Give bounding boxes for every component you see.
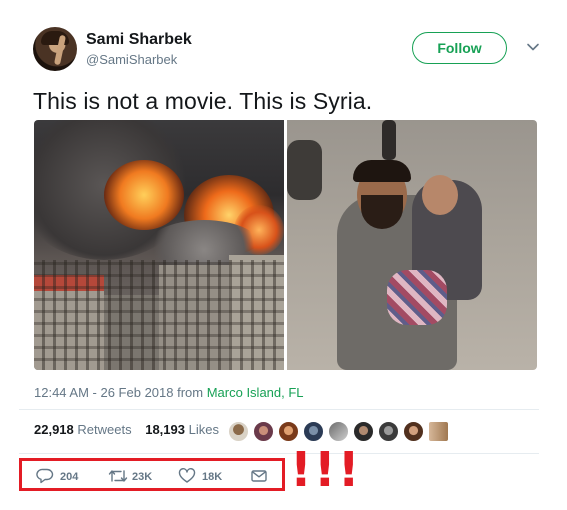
liker-avatar[interactable] — [378, 421, 399, 442]
tweet-text: This is not a movie. This is Syria. — [33, 88, 373, 114]
retweet-count: 23K — [132, 471, 153, 483]
like-count: 18K — [202, 471, 223, 483]
media-photo-explosion[interactable] — [34, 120, 284, 370]
tweet-actions-highlight: 204 23K 18K — [19, 458, 285, 491]
tweet-timestamp: 12:44 AM - 26 Feb 2018 from Marco Island… — [34, 385, 304, 400]
reply-icon — [36, 468, 54, 484]
liker-avatar[interactable] — [278, 421, 299, 442]
divider — [19, 409, 539, 410]
retweets-count: 22,918 — [34, 422, 74, 437]
reply-button[interactable]: 204 — [36, 467, 96, 485]
user-handle[interactable]: @SamiSharbek — [86, 51, 192, 69]
mail-icon — [251, 470, 267, 482]
follow-button[interactable]: Follow — [412, 32, 507, 64]
likes-count: 18,193 — [145, 422, 185, 437]
likes-label: Likes — [188, 422, 219, 437]
like-button[interactable]: 18K — [178, 467, 238, 485]
heart-icon — [178, 468, 196, 483]
retweet-button[interactable]: 23K — [108, 467, 168, 485]
tweet-stats: 22,918 Retweets 18,193 Likes — [34, 422, 229, 442]
liker-avatar[interactable] — [303, 421, 324, 442]
timestamp-text[interactable]: 12:44 AM - 26 Feb 2018 from — [34, 385, 207, 400]
exclamation-annotation: !!! — [290, 442, 362, 498]
retweets-label: Retweets — [77, 422, 132, 437]
chevron-down-icon[interactable] — [525, 39, 541, 55]
liker-avatar[interactable] — [328, 421, 349, 442]
reply-count: 204 — [60, 471, 79, 483]
liker-avatar[interactable] — [353, 421, 374, 442]
media-photo-man-child[interactable] — [287, 120, 537, 370]
liker-avatar[interactable] — [228, 421, 249, 442]
divider — [19, 453, 539, 454]
liker-avatar[interactable] — [403, 421, 424, 442]
liker-avatar[interactable] — [428, 421, 449, 442]
tweet-header: Sami Sharbek @SamiSharbek Follow — [33, 27, 543, 73]
tweet-card: Sami Sharbek @SamiSharbek Follow This is… — [0, 0, 567, 510]
direct-message-button[interactable] — [250, 467, 270, 485]
retweet-icon — [108, 470, 128, 482]
media-grid — [34, 120, 537, 370]
retweets-stat[interactable]: 22,918 Retweets — [34, 422, 132, 437]
user-info: Sami Sharbek @SamiSharbek — [86, 30, 192, 69]
likes-stat[interactable]: 18,193 Likes — [145, 422, 219, 437]
location-link[interactable]: Marco Island, FL — [207, 385, 304, 400]
avatar[interactable] — [33, 27, 77, 71]
liker-avatar[interactable] — [253, 421, 274, 442]
display-name[interactable]: Sami Sharbek — [86, 30, 192, 50]
